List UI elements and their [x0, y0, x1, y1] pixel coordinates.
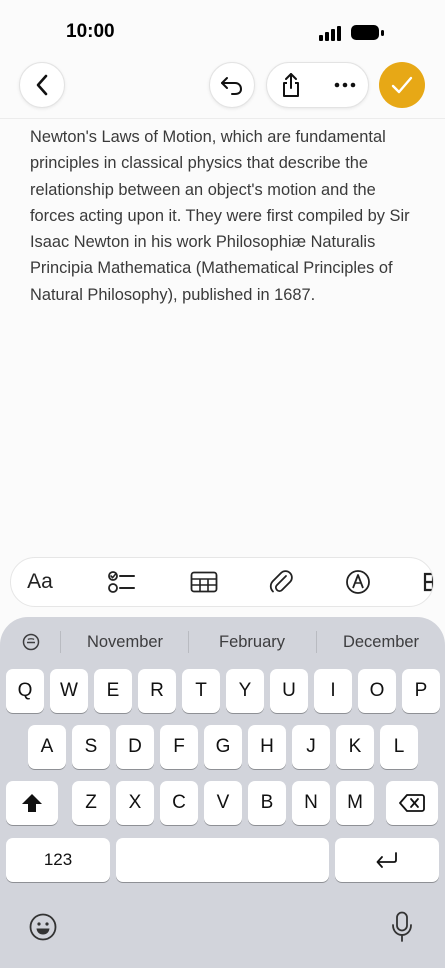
key-d[interactable]: D: [116, 725, 154, 769]
delete-key[interactable]: [386, 781, 438, 825]
checklist-button[interactable]: [107, 558, 137, 606]
key-z[interactable]: Z: [72, 781, 110, 825]
numbers-key[interactable]: 123: [6, 838, 110, 882]
key-j[interactable]: J: [292, 725, 330, 769]
key-n[interactable]: N: [292, 781, 330, 825]
key-f[interactable]: F: [160, 725, 198, 769]
back-button[interactable]: [19, 62, 65, 108]
chevron-left-icon: [36, 74, 48, 96]
undo-icon: [221, 77, 243, 95]
key-g[interactable]: G: [204, 725, 242, 769]
battery-icon: [351, 25, 384, 40]
cellular-signal-icon: [319, 26, 341, 41]
suggestion-divider: [188, 631, 189, 653]
suggestion-1[interactable]: November: [66, 633, 184, 652]
checklist-icon: [108, 571, 135, 593]
toolbar-divider: [0, 118, 445, 119]
key-c[interactable]: C: [160, 781, 198, 825]
key-t[interactable]: T: [182, 669, 220, 713]
key-p[interactable]: P: [402, 669, 440, 713]
suggestion-divider: [60, 631, 61, 653]
share-more-group: [266, 62, 369, 108]
partial-toolbar-icon: [423, 572, 433, 592]
key-u[interactable]: U: [270, 669, 308, 713]
markup-button[interactable]: [343, 558, 373, 606]
ellipsis-icon: [334, 82, 356, 88]
microphone-icon[interactable]: [391, 911, 413, 943]
more-options-button[interactable]: [321, 63, 369, 107]
share-button[interactable]: [267, 63, 315, 107]
key-v[interactable]: V: [204, 781, 242, 825]
note-body-text[interactable]: Newton's Laws of Motion, which are funda…: [30, 124, 420, 308]
key-k[interactable]: K: [336, 725, 374, 769]
return-key[interactable]: [335, 838, 439, 882]
markup-pen-icon: [346, 570, 370, 594]
key-e[interactable]: E: [94, 669, 132, 713]
key-w[interactable]: W: [50, 669, 88, 713]
table-icon: [190, 571, 218, 593]
shift-arrow-icon: [22, 794, 42, 812]
return-arrow-icon: [376, 852, 397, 868]
compose-partial-icon[interactable]: [419, 558, 433, 606]
undo-button[interactable]: [209, 62, 255, 108]
key-r[interactable]: R: [138, 669, 176, 713]
status-bar: 10:00: [0, 0, 445, 56]
key-m[interactable]: M: [336, 781, 374, 825]
emoji-icon[interactable]: [29, 913, 57, 941]
predictive-bar: November February December: [0, 617, 445, 665]
suggestion-3[interactable]: December: [322, 633, 440, 652]
key-b[interactable]: B: [248, 781, 286, 825]
suggestion-divider: [316, 631, 317, 653]
shift-key[interactable]: [6, 781, 58, 825]
keyboard: November February December Q W E R T Y U…: [0, 617, 445, 968]
key-q[interactable]: Q: [6, 669, 44, 713]
key-x[interactable]: X: [116, 781, 154, 825]
space-key[interactable]: [116, 838, 329, 882]
key-h[interactable]: H: [248, 725, 286, 769]
key-y[interactable]: Y: [226, 669, 264, 713]
format-toolbar: Aa: [10, 557, 434, 607]
no-emoji-suggestion-icon[interactable]: [22, 633, 40, 651]
key-s[interactable]: S: [72, 725, 110, 769]
key-l[interactable]: L: [380, 725, 418, 769]
checkmark-icon: [391, 76, 413, 94]
share-icon: [283, 73, 299, 97]
attachment-button[interactable]: [266, 558, 296, 606]
text-style-button[interactable]: Aa: [24, 558, 56, 606]
status-time: 10:00: [66, 21, 115, 42]
done-button[interactable]: [379, 62, 425, 108]
key-i[interactable]: I: [314, 669, 352, 713]
paperclip-icon: [269, 570, 293, 593]
backspace-icon: [399, 794, 425, 812]
table-button[interactable]: [189, 558, 219, 606]
key-o[interactable]: O: [358, 669, 396, 713]
key-a[interactable]: A: [28, 725, 66, 769]
suggestion-2[interactable]: February: [193, 633, 311, 652]
